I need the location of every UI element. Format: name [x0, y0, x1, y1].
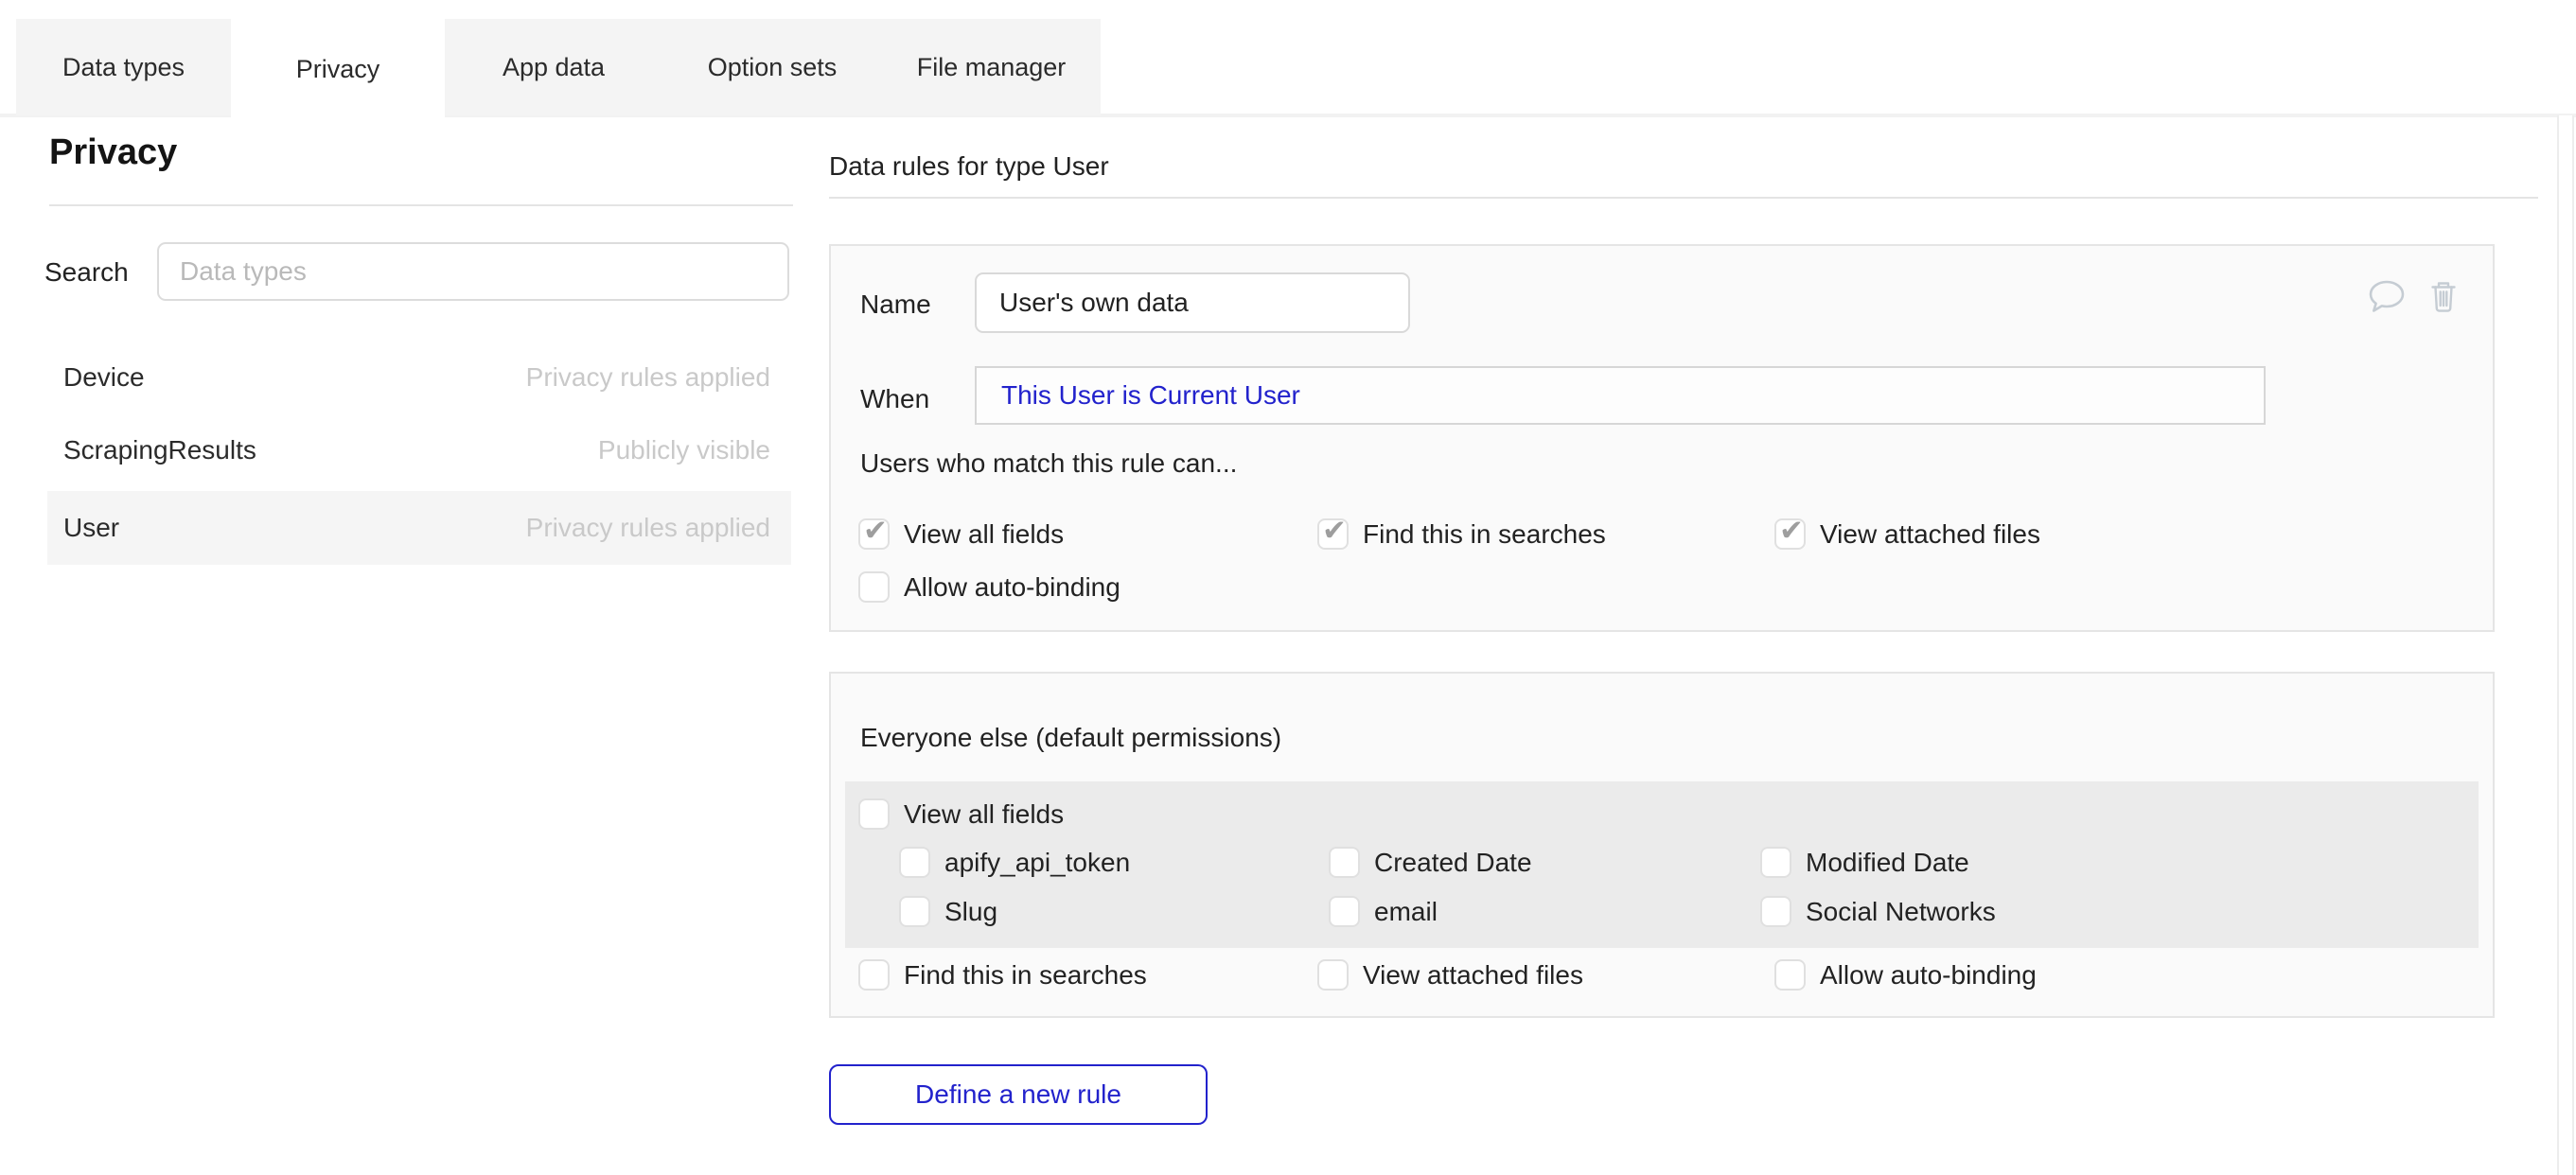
page-title: Privacy	[49, 132, 177, 173]
checkbox-label: Created Date	[1374, 848, 1532, 878]
everyone-title: Everyone else (default permissions)	[860, 723, 1281, 753]
checkbox-icon	[1329, 847, 1360, 878]
checkbox-label: Slug	[944, 897, 997, 927]
checkbox-icon	[1317, 959, 1349, 991]
left-divider	[49, 204, 793, 206]
checkbox-field-slug[interactable]: Slug	[899, 896, 997, 927]
rule-name-input[interactable]	[975, 272, 1410, 333]
checkbox-icon	[1774, 959, 1806, 991]
checkbox-label: Social Networks	[1806, 897, 1996, 927]
checkbox-label: View attached files	[1363, 960, 1583, 991]
checkbox-label: email	[1374, 897, 1438, 927]
tabbar: Data types Privacy App data Option sets …	[16, 19, 1101, 115]
checkbox-icon	[1317, 518, 1349, 550]
type-row-user[interactable]: User Privacy rules applied	[47, 491, 791, 565]
rule-card: Name When This User is Current User User…	[829, 244, 2495, 632]
checkbox-allow-auto-binding-default[interactable]: Allow auto-binding	[1774, 959, 2037, 991]
tab-option-sets[interactable]: Option sets	[662, 19, 882, 115]
checkbox-label: Allow auto-binding	[904, 572, 1120, 603]
type-row-device[interactable]: Device Privacy rules applied	[47, 341, 791, 413]
checkbox-allow-auto-binding[interactable]: Allow auto-binding	[858, 571, 1120, 603]
checkbox-icon	[1774, 518, 1806, 550]
checkbox-field-modified-date[interactable]: Modified Date	[1760, 847, 1969, 878]
type-row-scrapingresults[interactable]: ScrapingResults Publicly visible	[47, 413, 791, 486]
checkbox-icon	[1760, 847, 1791, 878]
trash-icon[interactable]	[2428, 278, 2459, 314]
checkbox-icon	[1760, 896, 1791, 927]
rules-header: Data rules for type User	[829, 151, 1109, 182]
checkbox-label: Find this in searches	[1363, 519, 1606, 550]
checkbox-find-in-searches-default[interactable]: Find this in searches	[858, 959, 1147, 991]
type-name: User	[63, 513, 119, 543]
checkbox-icon	[1329, 896, 1360, 927]
search-label: Search	[44, 257, 129, 288]
name-label: Name	[860, 289, 931, 320]
checkbox-icon	[858, 798, 890, 830]
everyone-card: Everyone else (default permissions) View…	[829, 672, 2495, 1018]
type-status: Publicly visible	[598, 435, 770, 465]
checkbox-field-email[interactable]: email	[1329, 896, 1438, 927]
checkbox-icon	[858, 959, 890, 991]
checkbox-field-social-networks[interactable]: Social Networks	[1760, 896, 1996, 927]
checkbox-label: apify_api_token	[944, 848, 1130, 878]
when-label: When	[860, 384, 929, 414]
checkbox-label: Modified Date	[1806, 848, 1969, 878]
checkbox-field-apify-api-token[interactable]: apify_api_token	[899, 847, 1130, 878]
checkbox-view-attached-files-default[interactable]: View attached files	[1317, 959, 1583, 991]
checkbox-field-created-date[interactable]: Created Date	[1329, 847, 1532, 878]
tab-file-manager[interactable]: File manager	[882, 19, 1101, 115]
checkbox-icon	[858, 571, 890, 603]
checkbox-label: View all fields	[904, 519, 1064, 550]
comment-icon[interactable]	[2368, 279, 2406, 314]
match-rule-text: Users who match this rule can...	[860, 448, 1237, 479]
checkbox-label: View attached files	[1820, 519, 2040, 550]
checkbox-icon	[899, 896, 930, 927]
define-new-rule-button[interactable]: Define a new rule	[829, 1064, 1208, 1125]
type-status: Privacy rules applied	[526, 513, 770, 543]
type-name: Device	[63, 362, 145, 393]
checkbox-icon	[899, 847, 930, 878]
checkbox-label: View all fields	[904, 799, 1064, 830]
checkbox-find-in-searches[interactable]: Find this in searches	[1317, 518, 1606, 550]
checkbox-view-attached-files[interactable]: View attached files	[1774, 518, 2040, 550]
tab-data-types[interactable]: Data types	[16, 19, 231, 115]
search-input[interactable]	[157, 242, 789, 301]
checkbox-view-all-fields[interactable]: View all fields	[858, 518, 1064, 550]
type-status: Privacy rules applied	[526, 362, 770, 393]
checkbox-label: Allow auto-binding	[1820, 960, 2037, 991]
rule-card-actions	[2368, 278, 2459, 314]
rules-divider	[829, 197, 2538, 199]
checkbox-label: Find this in searches	[904, 960, 1147, 991]
checkbox-view-all-fields-default[interactable]: View all fields	[858, 798, 1064, 830]
type-name: ScrapingResults	[63, 435, 256, 465]
checkbox-icon	[858, 518, 890, 550]
when-condition-text: This User is Current User	[1001, 380, 1300, 411]
when-condition-box[interactable]: This User is Current User	[975, 366, 2266, 425]
tab-privacy[interactable]: Privacy	[231, 11, 445, 127]
vertical-scrollbar[interactable]	[2557, 115, 2574, 1175]
tab-app-data[interactable]: App data	[445, 19, 662, 115]
